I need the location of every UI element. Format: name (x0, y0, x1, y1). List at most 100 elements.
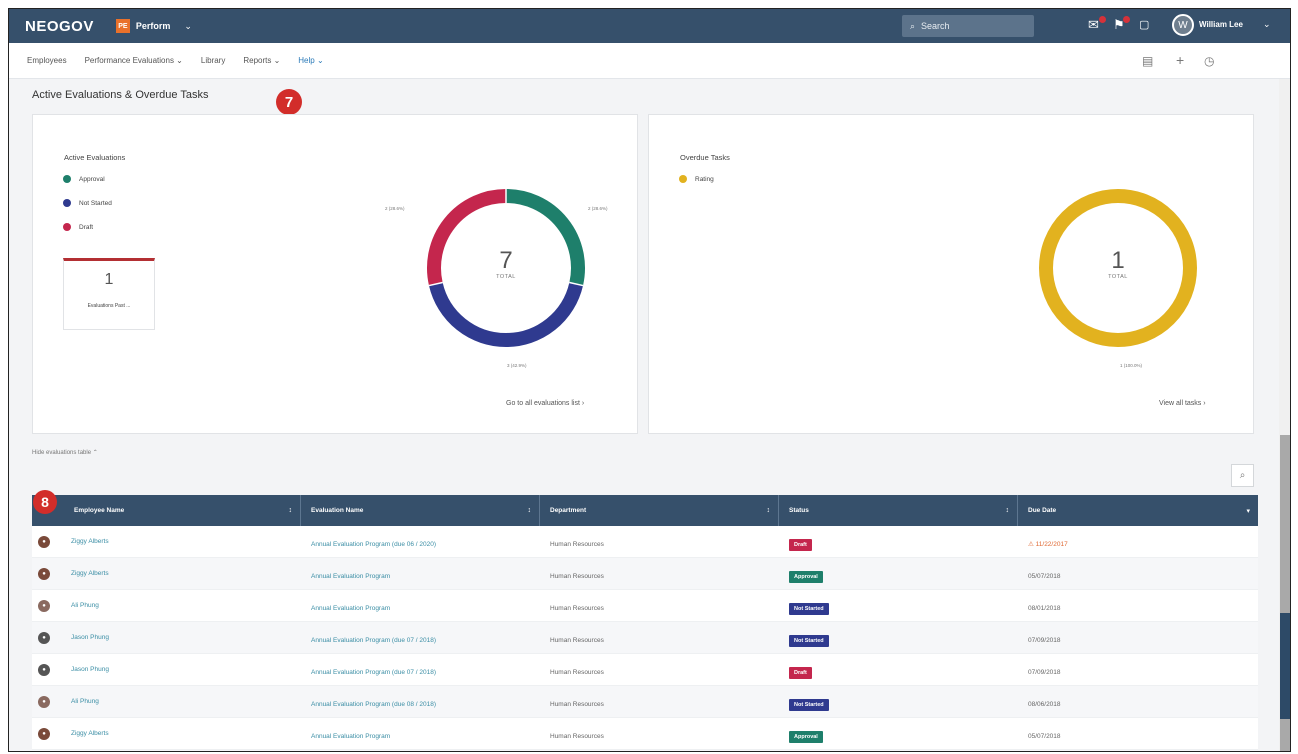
nav-help[interactable]: Help ⌄ (298, 56, 323, 65)
nav-performance-evaluations[interactable]: Performance Evaluations ⌄ (85, 56, 183, 65)
table-row[interactable]: ● Jason Phung Annual Evaluation Program (d… (32, 622, 1258, 654)
employee-avatar: ● (38, 695, 50, 708)
evaluation-name-link[interactable]: Annual Evaluation Program (311, 573, 390, 580)
segment-label-approval: 2 (28.6%) (588, 206, 608, 211)
header-employee-name[interactable]: Employee Name ↕ (32, 495, 301, 526)
employee-name-link[interactable]: Ali Phung (71, 602, 99, 609)
status-badge: Not Started (789, 634, 829, 647)
user-avatar[interactable]: W (1172, 14, 1194, 36)
tile-value: 1 (104, 271, 114, 288)
search-placeholder: Search (921, 21, 950, 31)
department-cell: Human Resources (550, 604, 604, 612)
nav-reports[interactable]: Reports ⌄ (243, 56, 280, 65)
evaluation-name-link[interactable]: Annual Evaluation Program (due 07 / 2018… (311, 637, 436, 644)
header-label: Employee Name (74, 507, 125, 514)
employee-avatar: ● (38, 535, 50, 548)
header-label: Evaluation Name (311, 507, 364, 514)
donut-total-label: TOTAL (496, 274, 516, 280)
evaluations-past-due-tile[interactable]: 1 Evaluations Past ... (63, 258, 155, 330)
legend-label: Not Started (79, 199, 112, 207)
legend-item-not-started[interactable]: Not Started (63, 199, 112, 207)
nav-employees[interactable]: Employees (27, 56, 67, 65)
legend-item-approval[interactable]: Approval (63, 175, 105, 183)
due-date-cell: 11/22/2017 (1035, 540, 1068, 548)
due-date-cell: 07/09/2018 (1028, 636, 1061, 644)
evaluation-name-link[interactable]: Annual Evaluation Program (due 08 / 2018… (311, 701, 436, 708)
sort-icon[interactable]: ↕ (528, 507, 532, 514)
table-search-button[interactable]: ⌕ (1231, 464, 1254, 487)
product-badge-icon: PE (115, 19, 130, 33)
product-switcher[interactable]: Perform (136, 21, 171, 31)
user-menu-chevron-icon[interactable]: ⌄ (1263, 19, 1271, 30)
status-badge: Approval (789, 570, 823, 583)
department-cell: Human Resources (550, 732, 604, 740)
user-name[interactable]: William Lee (1199, 20, 1243, 29)
donut-segment-not-started[interactable] (428, 282, 584, 347)
table-row[interactable]: ● Ziggy Alberts Annual Evaluation Program … (32, 526, 1258, 558)
brand-logo[interactable]: NEOGOV (25, 18, 94, 35)
evaluation-name-link[interactable]: Annual Evaluation Program (due 06 / 2020… (311, 541, 436, 548)
header-department[interactable]: Department ↕ (540, 495, 779, 526)
header-status[interactable]: Status ↕ (779, 495, 1018, 526)
add-icon[interactable]: + (1176, 52, 1184, 68)
employee-name-link[interactable]: Ziggy Alberts (71, 570, 109, 577)
view-all-tasks-link[interactable]: View all tasks › (1159, 400, 1206, 407)
evaluation-name-link[interactable]: Annual Evaluation Program (311, 605, 390, 612)
legend-item-draft[interactable]: Draft (63, 223, 93, 231)
overdue-tasks-card: Overdue Tasks Rating 1 TOTAL 1 (100.0%) … (648, 114, 1254, 434)
chevron-down-icon[interactable]: ⌄ (184, 21, 192, 32)
employee-name-link[interactable]: Jason Phung (71, 634, 109, 641)
feedback-help-tab[interactable]: FEEDBACK & HELP (1280, 613, 1290, 719)
legend-label: Approval (79, 175, 105, 183)
avatar-initial: W (1178, 19, 1188, 31)
search-input[interactable]: ⌕ Search (902, 15, 1034, 37)
status-badge: Not Started (789, 698, 829, 711)
card-title: Active Evaluations (64, 153, 126, 162)
employee-avatar: ● (38, 631, 50, 644)
due-date-cell: 05/07/2018 (1028, 732, 1061, 740)
donut-center: 1 TOTAL (1088, 248, 1148, 281)
status-badge: Draft (789, 538, 812, 551)
evaluation-name-link[interactable]: Annual Evaluation Program (due 07 / 2018… (311, 669, 436, 676)
evaluation-name-link[interactable]: Annual Evaluation Program (311, 733, 390, 740)
nav-library[interactable]: Library (201, 56, 225, 65)
table-row[interactable]: ● Jason Phung Annual Evaluation Program (d… (32, 654, 1258, 686)
donut-total-value: 7 (499, 247, 513, 274)
history-icon[interactable]: ◷ (1204, 54, 1214, 68)
hide-table-link[interactable]: Hide evaluations table ⌃ (32, 449, 98, 456)
employee-name-link[interactable]: Jason Phung (71, 666, 109, 673)
header-due-date[interactable]: Due Date ▾ (1018, 495, 1258, 526)
status-badge: Not Started (789, 602, 829, 615)
evaluations-table: Employee Name ↕ Evaluation Name ↕ Depart… (32, 495, 1258, 750)
employee-name-link[interactable]: Ziggy Alberts (71, 538, 109, 545)
table-row[interactable]: ● Ali Phung Annual Evaluation Program (due… (32, 686, 1258, 718)
sort-icon[interactable]: ↕ (767, 507, 771, 514)
notifications-icon[interactable]: ✉ (1088, 18, 1099, 32)
legend-item-rating[interactable]: Rating (679, 175, 714, 183)
table-row[interactable]: ● Ziggy Alberts Annual Evaluation Program H… (32, 718, 1258, 750)
tile-label: Evaluations Past ... (87, 303, 131, 309)
department-cell: Human Resources (550, 636, 604, 644)
sort-icon[interactable]: ↕ (1006, 507, 1010, 514)
sort-icon[interactable]: ↕ (289, 507, 293, 514)
employee-avatar: ● (38, 567, 50, 580)
header-label: Status (789, 507, 809, 514)
table-row[interactable]: ● Ali Phung Annual Evaluation Program Human… (32, 590, 1258, 622)
step-badge-8: 8 (33, 490, 57, 514)
header-label: Department (550, 507, 587, 514)
sort-desc-icon[interactable]: ▾ (1246, 507, 1250, 515)
employee-name-link[interactable]: Ziggy Alberts (71, 730, 109, 737)
due-date-cell: 08/06/2018 (1028, 700, 1061, 708)
status-badge: Draft (789, 666, 812, 679)
segment-label-rating: 1 (100.0%) (1120, 363, 1143, 368)
document-icon[interactable]: ▤ (1142, 54, 1153, 68)
table-header: Employee Name ↕ Evaluation Name ↕ Depart… (32, 495, 1258, 526)
apps-icon[interactable]: ▢ (1139, 18, 1149, 32)
employee-name-link[interactable]: Ali Phung (71, 698, 99, 705)
donut-total-label: TOTAL (1108, 274, 1128, 280)
due-date-cell: 05/07/2018 (1028, 572, 1061, 580)
all-evaluations-link[interactable]: Go to all evaluations list › (506, 400, 584, 407)
table-row[interactable]: ● Ziggy Alberts Annual Evaluation Program H… (32, 558, 1258, 590)
segment-label-draft: 2 (28.6%) (385, 206, 405, 211)
header-evaluation-name[interactable]: Evaluation Name ↕ (301, 495, 540, 526)
